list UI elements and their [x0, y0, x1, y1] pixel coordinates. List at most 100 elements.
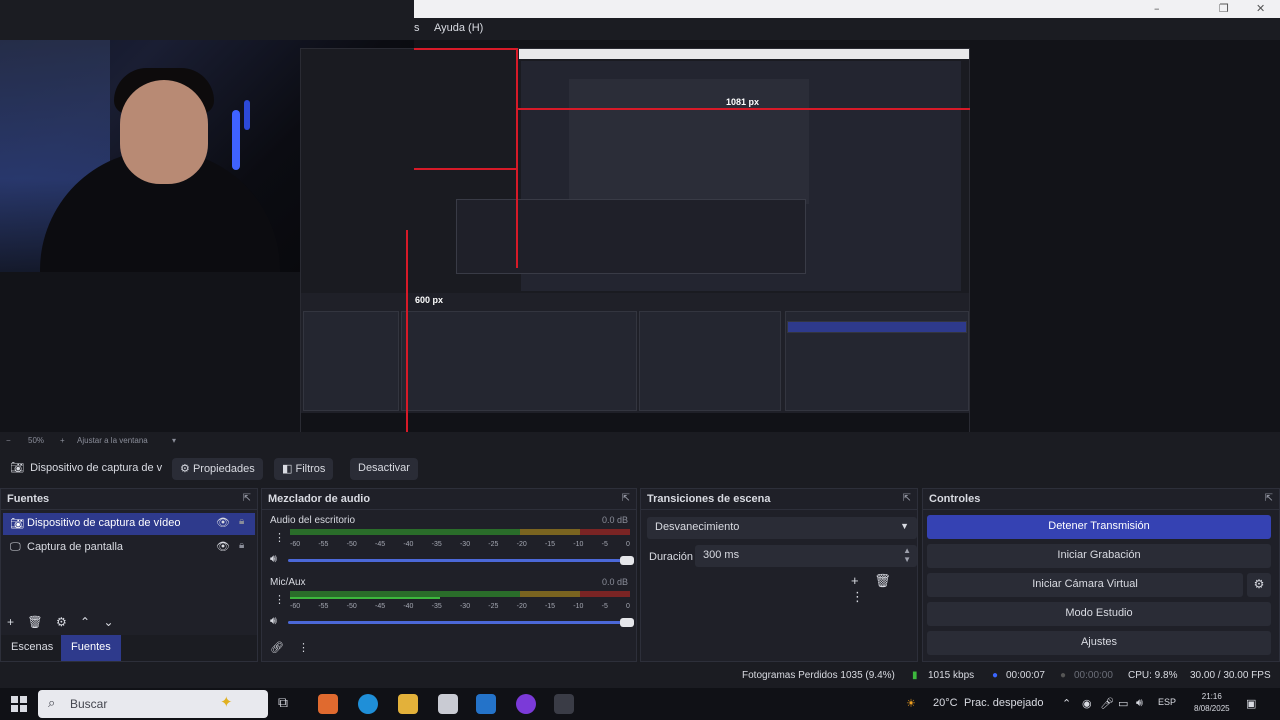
bitrate: 1015 kbps	[928, 670, 975, 681]
menu-item-help[interactable]: Ayuda (H)	[434, 22, 483, 34]
more-icon[interactable]: ⋮	[851, 589, 864, 604]
copilot-icon[interactable]	[318, 694, 338, 714]
dock-title: Fuentes	[7, 493, 50, 505]
obs-icon[interactable]	[554, 694, 574, 714]
record-time: 00:00:00	[1074, 670, 1113, 681]
deactivate-button[interactable]: Desactivar	[350, 458, 418, 480]
add-icon[interactable]: +	[7, 615, 14, 629]
dropped-frames: Fotogramas Perdidos 1035 (9.4%)	[742, 670, 895, 681]
meter-scale: -60 -55 -50 -45 -40 -35 -30 -25 -20 -15 -10 -5 0	[290, 541, 630, 548]
zoom-out-icon[interactable]: −	[6, 436, 11, 445]
source-item[interactable]: 🖵 Captura de pantalla 👁︎ 🔒︎	[3, 537, 255, 559]
outlook-icon[interactable]	[476, 694, 496, 714]
notification-icon[interactable]: ▣	[1246, 697, 1256, 710]
sources-toolbar: + 🗑︎ ⚙ ⌃ ⌄	[7, 615, 124, 629]
store-icon[interactable]	[438, 694, 458, 714]
camera-icon: 📷︎	[10, 462, 24, 474]
gear-icon[interactable]: ⚙	[1247, 573, 1271, 597]
taskbar-search[interactable]: ⌕ Buscar ✦	[38, 690, 268, 718]
channel-menu-icon[interactable]: ⋮	[274, 531, 285, 544]
preview-canvas[interactable]: 1081 px 600 px	[0, 40, 1280, 433]
task-view-icon[interactable]: ⧉	[278, 694, 298, 714]
channel-name: Mic/Aux	[270, 577, 306, 588]
file-explorer-icon[interactable]	[398, 694, 418, 714]
start-recording-button[interactable]: Iniciar Grabación	[927, 544, 1271, 568]
record-icon: ●	[1060, 670, 1067, 681]
add-icon[interactable]: +	[851, 573, 859, 588]
clock[interactable]: 21:16 8/08/2025	[1194, 691, 1230, 715]
zoom-bar: − 50% + Ajustar a la ventana ▾	[0, 432, 1280, 450]
transition-select[interactable]: Desvanecimiento ▼	[647, 517, 917, 539]
edge-icon[interactable]	[358, 694, 378, 714]
language-indicator[interactable]: ESP	[1158, 697, 1176, 707]
source-toolbar: 📷︎ Dispositivo de captura de v ⚙ Propied…	[0, 452, 1280, 484]
dock-menu-icon[interactable]: ⇱	[1265, 493, 1273, 504]
link-icon[interactable]: 🔗︎	[270, 641, 284, 654]
minimize-button[interactable]: –	[1154, 2, 1160, 15]
trash-icon[interactable]: 🗑︎	[27, 615, 42, 629]
signal-icon: ▮	[912, 670, 918, 681]
chevron-up-icon[interactable]: ⌃	[80, 615, 90, 629]
volume-slider[interactable]	[288, 556, 634, 565]
transition-tools: + 🗑︎ ⋮	[851, 573, 917, 605]
cpu-usage: CPU: 9.8%	[1128, 670, 1178, 681]
stepper-icon[interactable]: ▲ ▼	[903, 546, 911, 564]
chevron-down-icon[interactable]: ▾	[172, 436, 176, 445]
speaker-icon[interactable]: 🔊︎	[270, 553, 277, 566]
screen-capture-source[interactable]: 1081 px 600 px	[300, 48, 970, 433]
close-button[interactable]: ✕	[1256, 2, 1265, 15]
visibility-icon[interactable]: 👁︎	[216, 516, 230, 529]
lock-icon[interactable]: 🔒︎	[239, 540, 244, 551]
zoom-value[interactable]: 50%	[28, 436, 44, 445]
fps: 30.00 / 30.00 FPS	[1190, 670, 1271, 681]
chevron-down-icon[interactable]: ⌄	[103, 615, 113, 629]
lock-icon[interactable]: 🔒︎	[239, 516, 244, 527]
fit-window-label[interactable]: Ajustar a la ventana	[77, 436, 148, 445]
network-icon[interactable]: ▭	[1118, 697, 1128, 710]
taskbar: ⌕ Buscar ✦ ⧉ ☀ 20°C Prac. despejado ⌃ ◉ …	[0, 688, 1280, 720]
selected-source-name: 📷︎ Dispositivo de captura de v	[10, 462, 163, 474]
duration-label: Duración	[649, 551, 694, 563]
visibility-icon[interactable]: 👁︎	[216, 540, 230, 553]
gear-icon[interactable]: ⚙	[56, 615, 67, 629]
app-icon[interactable]	[516, 694, 536, 714]
filters-button[interactable]: ◧ Filtros	[274, 458, 334, 480]
zoom-in-icon[interactable]: +	[60, 436, 65, 445]
filter-icon: ◧	[282, 463, 293, 475]
tab-scenes[interactable]: Escenas	[1, 635, 63, 661]
windows-start-icon[interactable]	[11, 696, 27, 712]
trash-icon[interactable]: 🗑︎	[874, 573, 891, 588]
transitions-dock: Transiciones de escena ⇱ Desvanecimiento…	[640, 488, 918, 662]
start-virtual-cam-button[interactable]: Iniciar Cámara Virtual	[927, 573, 1243, 597]
gear-icon: ⚙	[180, 463, 190, 475]
monitor-icon: 🖵	[10, 541, 21, 553]
volume-icon[interactable]: 🔊︎	[1136, 697, 1143, 710]
dock-menu-icon[interactable]: ⇱	[243, 493, 251, 504]
channel-db: 0.0 dB	[601, 515, 628, 525]
location-icon[interactable]: ◉	[1082, 697, 1092, 710]
meter-scale: -60 -55 -50 -45 -40 -35 -30 -25 -20 -15 -10 -5 0	[290, 603, 630, 610]
channel-menu-icon[interactable]: ⋮	[274, 593, 285, 606]
menu-bar: s Ayuda (H)	[414, 18, 1280, 40]
weather-icon: ☀	[906, 698, 916, 710]
stream-icon: ●	[992, 670, 999, 681]
mic-icon[interactable]: 🎤︎	[1100, 697, 1114, 710]
properties-button[interactable]: ⚙ Propiedades	[172, 458, 263, 480]
source-item[interactable]: 📷︎ Dispositivo de captura de vídeo 👁︎ 🔒︎	[3, 513, 255, 535]
dock-menu-icon[interactable]: ⇱	[903, 493, 911, 504]
speaker-icon[interactable]: 🔊︎	[270, 615, 277, 628]
duration-input[interactable]: 300 ms ▲ ▼	[695, 545, 917, 567]
stop-stream-button[interactable]: Detener Transmisión	[927, 515, 1271, 539]
settings-button[interactable]: Ajustes	[927, 631, 1271, 655]
dock-menu-icon[interactable]: ⇱	[622, 493, 630, 504]
volume-slider[interactable]	[288, 618, 634, 627]
menu-item-partial[interactable]: s	[414, 22, 420, 34]
dock-title: Mezclador de audio	[268, 493, 371, 505]
mixer-menu-icon[interactable]: ⋮	[298, 641, 309, 654]
audio-mixer-dock: Mezclador de audio ⇱ Audio del escritori…	[261, 488, 637, 662]
tray-chevron-icon[interactable]: ⌃	[1062, 697, 1071, 710]
tab-sources[interactable]: Fuentes	[61, 635, 121, 661]
chevron-down-icon: ▼	[900, 521, 909, 531]
studio-mode-button[interactable]: Modo Estudio	[927, 602, 1271, 626]
maximize-button[interactable]: ❐	[1219, 2, 1229, 15]
